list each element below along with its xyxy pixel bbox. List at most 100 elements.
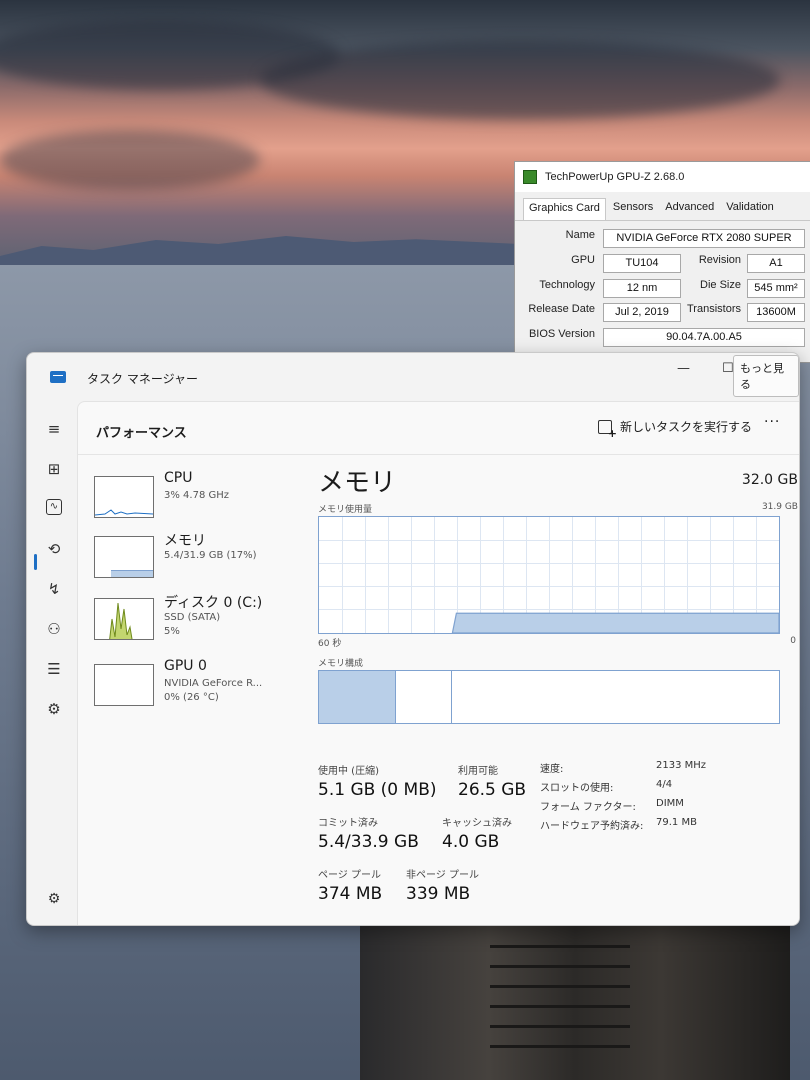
resource-memory[interactable]: メモリ 5.4/31.9 GB (17%) xyxy=(92,530,292,580)
release-date-field[interactable]: Jul 2, 2019 xyxy=(603,303,681,322)
gpu-thumbnail xyxy=(94,664,154,706)
gpuz-tabs: Graphics Card Sensors Advanced Validatio… xyxy=(515,192,810,221)
memory-heading: メモリ xyxy=(318,468,397,498)
run-new-task-label: 新しいタスクを実行する xyxy=(620,420,753,434)
tab-graphics-card[interactable]: Graphics Card xyxy=(523,198,606,220)
resource-name: ディスク 0 (C:) xyxy=(164,595,263,611)
gpuz-logo-icon xyxy=(523,170,537,184)
technology-field[interactable]: 12 nm xyxy=(603,279,681,298)
cpu-thumbnail xyxy=(94,476,154,518)
window-title: タスク マネージャー xyxy=(87,372,198,386)
navigation-pane: ≡ ⊞ ∿ ⟲ ↯ ⚇ ☰ ⚙ ⚙ xyxy=(27,409,77,925)
gpuz-window[interactable]: TechPowerUp GPU-Z 2.68.0 Graphics Card S… xyxy=(514,161,810,363)
titlebar[interactable]: タスク マネージャー — ☐ xyxy=(27,353,799,401)
page-title: パフォーマンス xyxy=(96,426,187,441)
services-icon[interactable]: ⚙ xyxy=(44,699,64,719)
form-factor-label: フォーム ファクター: xyxy=(540,802,636,813)
app-history-icon[interactable]: ⟲ xyxy=(44,539,64,559)
resource-name: GPU 0 xyxy=(164,658,207,674)
tab-validation[interactable]: Validation xyxy=(721,198,779,220)
composition-modified xyxy=(397,671,452,723)
memory-usage-area xyxy=(451,612,779,633)
details-icon[interactable]: ☰ xyxy=(44,659,64,679)
resource-name: CPU xyxy=(164,470,193,486)
slots-label: スロットの使用: xyxy=(540,783,614,794)
paged-pool-value: 374 MB xyxy=(318,884,383,904)
nonpaged-pool-label: 非ページ プール xyxy=(406,870,479,881)
bios-field[interactable]: 90.04.7A.00.A5 xyxy=(603,328,805,347)
transistors-field[interactable]: 13600M xyxy=(747,303,805,322)
run-new-task-button[interactable]: 新しいタスクを実行する xyxy=(598,418,753,440)
cached-value: 4.0 GB xyxy=(442,832,500,852)
gpu-label: GPU xyxy=(571,254,595,266)
cpu-mini-graph xyxy=(95,509,153,516)
speed-label: 速度: xyxy=(540,764,564,775)
maximize-button[interactable]: ☐ xyxy=(722,361,734,376)
memory-usage-graph xyxy=(318,516,780,634)
paged-pool-label: ページ プール xyxy=(318,870,381,881)
memory-mini-fill xyxy=(111,570,153,577)
committed-value: 5.4/33.9 GB xyxy=(318,832,419,852)
memory-usage-max: 31.9 GB xyxy=(761,502,798,512)
name-field[interactable]: NVIDIA GeForce RTX 2080 SUPER xyxy=(603,229,805,248)
resource-detail: SSD (SATA) xyxy=(164,612,221,623)
bios-label: BIOS Version xyxy=(528,328,595,340)
disk-mini-graph xyxy=(109,602,133,639)
memory-total: 32.0 GB xyxy=(741,472,798,488)
resource-detail: 0% (26 °C) xyxy=(164,692,219,703)
resource-detail: 5.4/31.9 GB (17%) xyxy=(164,550,257,561)
name-label: Name xyxy=(565,229,595,241)
tab-advanced[interactable]: Advanced xyxy=(660,198,719,220)
nonpaged-pool-value: 339 MB xyxy=(406,884,471,904)
minimize-button[interactable]: — xyxy=(677,361,690,376)
content-area: パフォーマンス 新しいタスクを実行する ··· CPU 3% 4.78 GHz … xyxy=(77,401,799,925)
active-indicator xyxy=(34,554,37,570)
divider xyxy=(78,454,799,455)
cloud xyxy=(260,40,780,120)
committed-label: コミット済み xyxy=(318,818,378,829)
pier xyxy=(360,925,790,1080)
startup-icon[interactable]: ↯ xyxy=(44,579,64,599)
gpuz-title: TechPowerUp GPU-Z 2.68.0 xyxy=(545,171,685,183)
resource-disk[interactable]: ディスク 0 (C:) SSD (SATA) 5% xyxy=(92,592,292,642)
die-size-label: Die Size xyxy=(700,279,741,291)
disk-thumbnail xyxy=(94,598,154,640)
cached-label: キャッシュ済み xyxy=(442,818,512,829)
gpu-field[interactable]: TU104 xyxy=(603,254,681,273)
processes-icon[interactable]: ⊞ xyxy=(44,459,64,479)
settings-icon[interactable]: ⚙ xyxy=(44,889,64,909)
technology-label: Technology xyxy=(539,279,595,291)
memory-composition-label: メモリ構成 xyxy=(318,659,364,669)
resource-gpu[interactable]: GPU 0 NVIDIA GeForce R... 0% (26 °C) xyxy=(92,658,292,708)
more-options-button[interactable]: ··· xyxy=(764,414,780,430)
revision-field[interactable]: A1 xyxy=(747,254,805,273)
resource-detail: 3% 4.78 GHz xyxy=(164,490,230,501)
memory-usage-fill xyxy=(451,612,779,633)
composition-in-use xyxy=(319,671,396,723)
graph-axis-right: 0 xyxy=(790,636,796,646)
release-date-label: Release Date xyxy=(528,303,595,315)
form-factor-value: DIMM xyxy=(656,798,684,809)
task-manager-app-icon xyxy=(50,371,66,383)
speed-value: 2133 MHz xyxy=(656,760,707,771)
performance-icon[interactable]: ∿ xyxy=(46,499,62,515)
transistors-label: Transistors xyxy=(687,303,741,315)
users-icon[interactable]: ⚇ xyxy=(44,619,64,639)
menu-icon[interactable]: ≡ xyxy=(44,419,64,439)
available-value: 26.5 GB xyxy=(458,780,527,800)
in-use-value: 5.1 GB (0 MB) xyxy=(318,780,437,800)
task-manager-window[interactable]: タスク マネージャー — ☐ もっと見る ≡ ⊞ ∿ ⟲ ↯ ⚇ ☰ ⚙ ⚙ パ… xyxy=(26,352,800,926)
tab-sensors[interactable]: Sensors xyxy=(608,198,658,220)
available-label: 利用可能 xyxy=(458,766,498,777)
run-task-icon xyxy=(598,419,617,440)
memory-thumbnail xyxy=(94,536,154,578)
memory-composition-bar xyxy=(318,670,780,724)
memory-usage-label: メモリ使用量 xyxy=(318,505,373,515)
tooltip: もっと見る xyxy=(733,355,799,397)
resource-cpu[interactable]: CPU 3% 4.78 GHz xyxy=(92,470,292,520)
slots-value: 4/4 xyxy=(656,779,673,790)
cloud xyxy=(0,130,260,190)
revision-label: Revision xyxy=(698,254,741,266)
gpuz-titlebar[interactable]: TechPowerUp GPU-Z 2.68.0 xyxy=(515,162,810,192)
die-size-field[interactable]: 545 mm² xyxy=(747,279,805,298)
